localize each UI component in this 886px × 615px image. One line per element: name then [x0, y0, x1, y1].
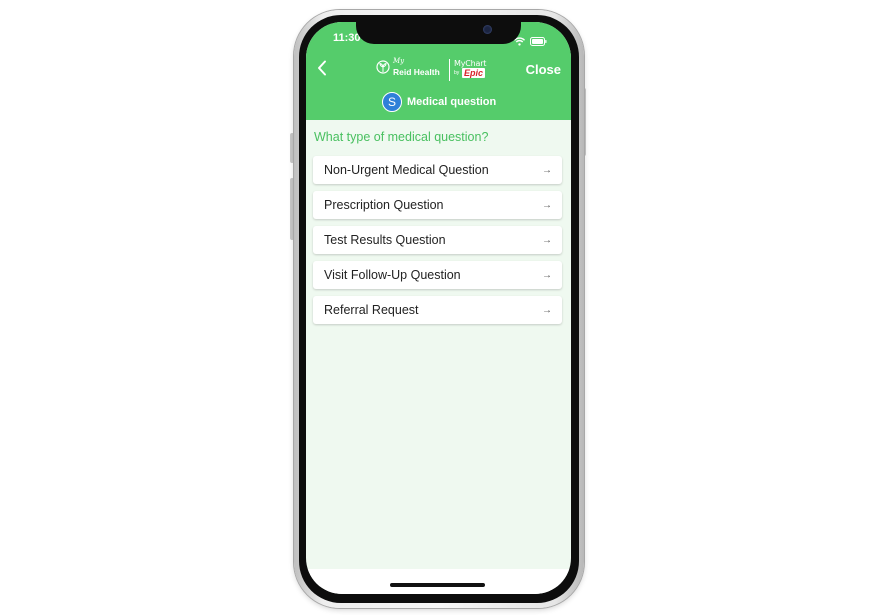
mychart-text: MyChart	[454, 59, 487, 68]
option-label: Prescription Question	[324, 198, 444, 212]
reid-health-logo: Reid Health	[376, 60, 440, 79]
bottom-bar	[306, 569, 571, 594]
arrow-right-icon: →	[542, 304, 552, 316]
option-label: Test Results Question	[324, 233, 446, 247]
status-icons	[514, 33, 547, 51]
question-type-list: Non-Urgent Medical Question → Prescripti…	[313, 156, 562, 324]
option-label: Non-Urgent Medical Question	[324, 163, 489, 177]
subheader: S Medical question	[382, 92, 496, 112]
page-title: Medical question	[407, 96, 497, 108]
logo-divider	[449, 59, 450, 81]
option-referral-request[interactable]: Referral Request →	[313, 296, 562, 324]
logo-my-text: My	[393, 57, 405, 65]
question-prompt: What type of medical question?	[314, 130, 489, 144]
logo-by-text: by	[454, 70, 460, 76]
phone-screen: 11:30 Reid Health My MyChart by Epic Clo…	[306, 22, 571, 594]
front-camera	[483, 25, 492, 34]
reid-leaf-icon	[376, 60, 390, 79]
chevron-left-icon	[317, 60, 327, 81]
battery-icon	[530, 33, 547, 51]
reid-health-text: Reid Health	[393, 67, 440, 77]
arrow-right-icon: →	[542, 164, 552, 176]
status-time: 11:30	[333, 32, 361, 44]
option-visit-follow-up-question[interactable]: Visit Follow-Up Question →	[313, 261, 562, 289]
app-logo: Reid Health My MyChart by Epic	[376, 57, 496, 84]
option-prescription-question[interactable]: Prescription Question →	[313, 191, 562, 219]
back-button[interactable]	[311, 59, 333, 81]
arrow-right-icon: →	[542, 269, 552, 281]
option-non-urgent-medical-question[interactable]: Non-Urgent Medical Question →	[313, 156, 562, 184]
avatar[interactable]: S	[382, 92, 402, 112]
arrow-right-icon: →	[542, 199, 552, 211]
arrow-right-icon: →	[542, 234, 552, 246]
epic-logo: Epic	[462, 68, 486, 78]
stage: 11:30 Reid Health My MyChart by Epic Clo…	[0, 0, 886, 615]
option-label: Referral Request	[324, 303, 419, 317]
app-header: 11:30 Reid Health My MyChart by Epic Clo…	[306, 22, 571, 120]
option-label: Visit Follow-Up Question	[324, 268, 461, 282]
home-indicator[interactable]	[390, 583, 485, 587]
notch	[356, 22, 521, 44]
close-button[interactable]: Close	[526, 62, 561, 77]
option-test-results-question[interactable]: Test Results Question →	[313, 226, 562, 254]
